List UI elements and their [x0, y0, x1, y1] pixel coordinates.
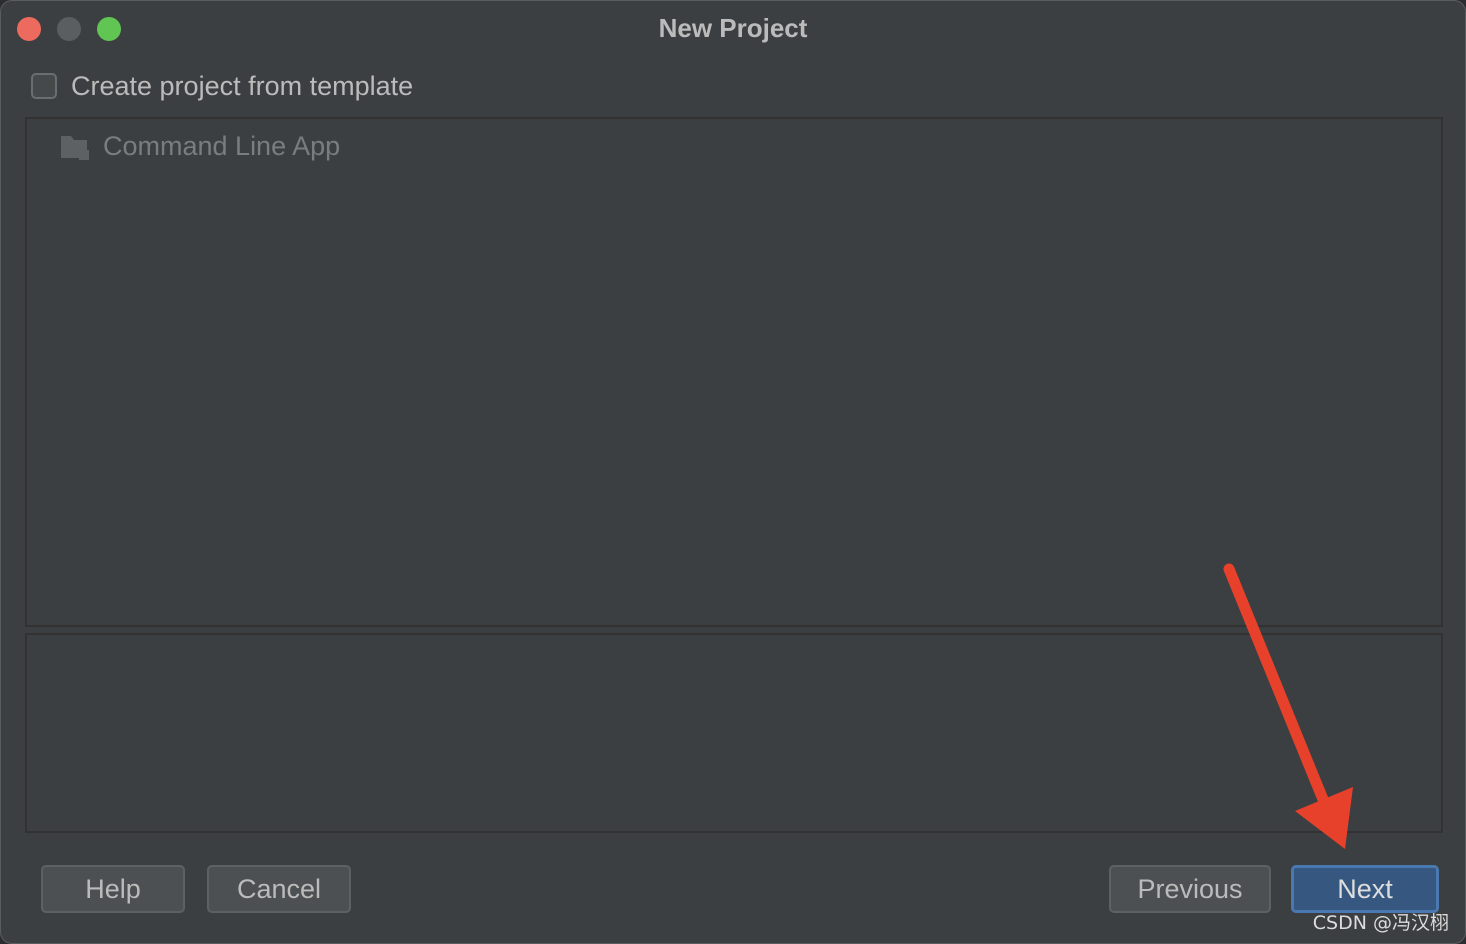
template-description-panel [25, 633, 1443, 833]
help-button[interactable]: Help [41, 865, 185, 913]
create-from-template-checkbox[interactable] [31, 73, 57, 99]
create-from-template-label[interactable]: Create project from template [71, 71, 413, 102]
create-from-template-option[interactable]: Create project from template [31, 69, 413, 103]
previous-button[interactable]: Previous [1109, 865, 1271, 913]
new-project-window: New Project Create project from template… [0, 0, 1466, 944]
template-list[interactable]: Command Line App [25, 117, 1443, 627]
window-title: New Project [658, 13, 808, 43]
watermark: CSDN @冯汉栩 [1312, 912, 1449, 934]
list-item-label: Command Line App [103, 131, 341, 161]
folder-icon [61, 135, 89, 160]
list-item[interactable]: Command Line App [59, 131, 340, 162]
cancel-button[interactable]: Cancel [207, 865, 351, 913]
next-button[interactable]: Next [1291, 865, 1439, 913]
title-bar: New Project [1, 1, 1465, 57]
